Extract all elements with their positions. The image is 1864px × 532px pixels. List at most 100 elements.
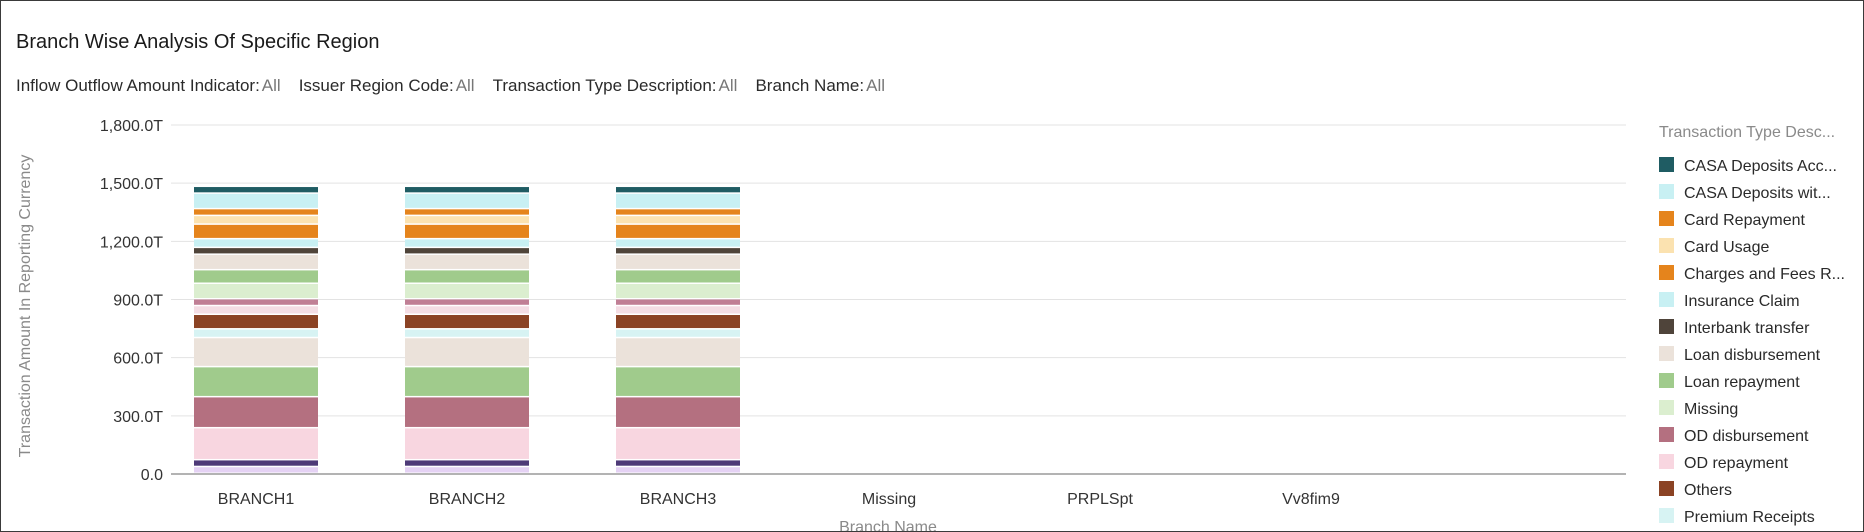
legend-item[interactable]: Interbank transfer [1659, 319, 1810, 337]
bar-segment[interactable] [405, 216, 529, 224]
bar-segment[interactable] [616, 299, 740, 305]
bar-segment[interactable] [405, 397, 529, 427]
bar-segment[interactable] [194, 460, 318, 466]
report-panel: Branch Wise Analysis Of Specific Region … [0, 0, 1864, 532]
bar-segment[interactable] [405, 367, 529, 396]
bar-segment[interactable] [194, 299, 318, 305]
legend-label: OD repayment [1684, 455, 1789, 472]
bar-segment[interactable] [405, 299, 529, 305]
bar-segment[interactable] [194, 338, 318, 366]
stacked-bar-chart: 0.0 300.0T 600.0T 900.0T 1,200.0T 1,500.0T 1,8… [17, 118, 1845, 531]
bar-segment[interactable] [405, 460, 529, 466]
bar-segment[interactable] [616, 216, 740, 224]
bar-segment[interactable] [405, 209, 529, 215]
bar-segment[interactable] [405, 338, 529, 366]
bar-segment[interactable] [616, 367, 740, 396]
bar-segment[interactable] [405, 283, 529, 298]
bar-segment[interactable] [194, 283, 318, 298]
legend-item[interactable]: Insurance Claim [1659, 292, 1800, 310]
bar-segment[interactable] [616, 428, 740, 459]
bar-segment[interactable] [194, 306, 318, 314]
legend-item[interactable]: OD repayment [1659, 454, 1789, 472]
bar-segment[interactable] [405, 254, 529, 269]
y-tick-label: 600.0T [113, 351, 163, 368]
bar-segment[interactable] [194, 270, 318, 283]
legend-label: CASA Deposits Acc... [1684, 158, 1837, 175]
bar-segment[interactable] [194, 367, 318, 396]
bar-segment[interactable] [194, 254, 318, 269]
bar-segment[interactable] [405, 239, 529, 247]
legend-label: Interbank transfer [1684, 320, 1810, 337]
bar-segment[interactable] [616, 397, 740, 427]
bar-segment[interactable] [616, 306, 740, 314]
bar-segment[interactable] [616, 187, 740, 193]
bar-segment[interactable] [616, 248, 740, 254]
legend-item[interactable]: OD disbursement [1659, 427, 1809, 445]
legend-swatch [1659, 211, 1674, 226]
legend-label: Card Repayment [1684, 212, 1806, 229]
bar-segment[interactable] [194, 216, 318, 224]
legend-item[interactable]: Missing [1659, 400, 1738, 418]
y-tick-label: 900.0T [113, 293, 163, 310]
bar-segment[interactable] [616, 224, 740, 238]
bar-segment[interactable] [616, 338, 740, 366]
bar-segment[interactable] [616, 329, 740, 337]
bar-segment[interactable] [405, 428, 529, 459]
bar-segment[interactable] [194, 428, 318, 459]
y-tick-label: 1,200.0T [100, 234, 163, 251]
legend-title: Transaction Type Desc... [1659, 124, 1835, 141]
bar-segment[interactable] [194, 187, 318, 193]
bar-segment[interactable] [405, 315, 529, 329]
bar-segment[interactable] [405, 224, 529, 238]
legend-swatch [1659, 454, 1674, 469]
bars [194, 187, 740, 473]
x-axis-title: Branch Name [839, 519, 937, 531]
legend-label: Card Usage [1684, 239, 1769, 256]
legend-swatch [1659, 508, 1674, 523]
bar-segment[interactable] [194, 224, 318, 238]
legend-item[interactable]: Loan repayment [1659, 373, 1800, 391]
bar-segment[interactable] [405, 329, 529, 337]
bar-segment[interactable] [616, 270, 740, 283]
bar-segment[interactable] [194, 239, 318, 247]
bar-segment[interactable] [616, 283, 740, 298]
bar-segment[interactable] [194, 193, 318, 208]
bar-segment[interactable] [405, 193, 529, 208]
bar-segment[interactable] [616, 467, 740, 473]
bar-segment[interactable] [405, 270, 529, 283]
legend-item[interactable]: Loan disbursement [1659, 346, 1821, 364]
bar-segment[interactable] [616, 209, 740, 215]
bar-segment[interactable] [194, 315, 318, 329]
bar-segment[interactable] [616, 460, 740, 466]
bar-segment[interactable] [616, 193, 740, 208]
legend-item[interactable]: Card Usage [1659, 238, 1769, 256]
legend-label: Charges and Fees R... [1684, 266, 1845, 283]
bar-segment[interactable] [194, 397, 318, 427]
bar-segment[interactable] [194, 329, 318, 337]
legend-item[interactable]: CASA Deposits Acc... [1659, 157, 1837, 175]
x-tick-label: Vv8fim9 [1282, 491, 1340, 508]
bar-segment[interactable] [616, 315, 740, 329]
bar-segment[interactable] [194, 467, 318, 473]
x-tick-label: BRANCH3 [640, 491, 717, 508]
bar-segment[interactable] [194, 209, 318, 215]
y-axis-title: Transaction Amount In Reporting Currency [17, 155, 34, 458]
x-axis: BRANCH1 BRANCH2 BRANCH3 Missing PRPLSpt Vv8fi… [218, 491, 1340, 508]
bar-segment[interactable] [405, 187, 529, 193]
bar-segment[interactable] [405, 248, 529, 254]
y-tick-label: 1,800.0T [100, 118, 163, 135]
legend-item[interactable]: Charges and Fees R... [1659, 265, 1845, 283]
bar-segment[interactable] [616, 239, 740, 247]
legend-item[interactable]: Card Repayment [1659, 211, 1806, 229]
bar-segment[interactable] [616, 254, 740, 269]
bar-segment[interactable] [405, 467, 529, 473]
legend-label: Others [1684, 482, 1732, 499]
legend-item[interactable]: Premium Receipts [1659, 508, 1815, 526]
legend-item[interactable]: Others [1659, 481, 1732, 499]
legend-item[interactable]: CASA Deposits wit... [1659, 184, 1831, 202]
legend-swatch [1659, 265, 1674, 280]
bar-segment[interactable] [194, 248, 318, 254]
bar-segment[interactable] [405, 306, 529, 314]
legend-swatch [1659, 157, 1674, 172]
legend-swatch [1659, 292, 1674, 307]
